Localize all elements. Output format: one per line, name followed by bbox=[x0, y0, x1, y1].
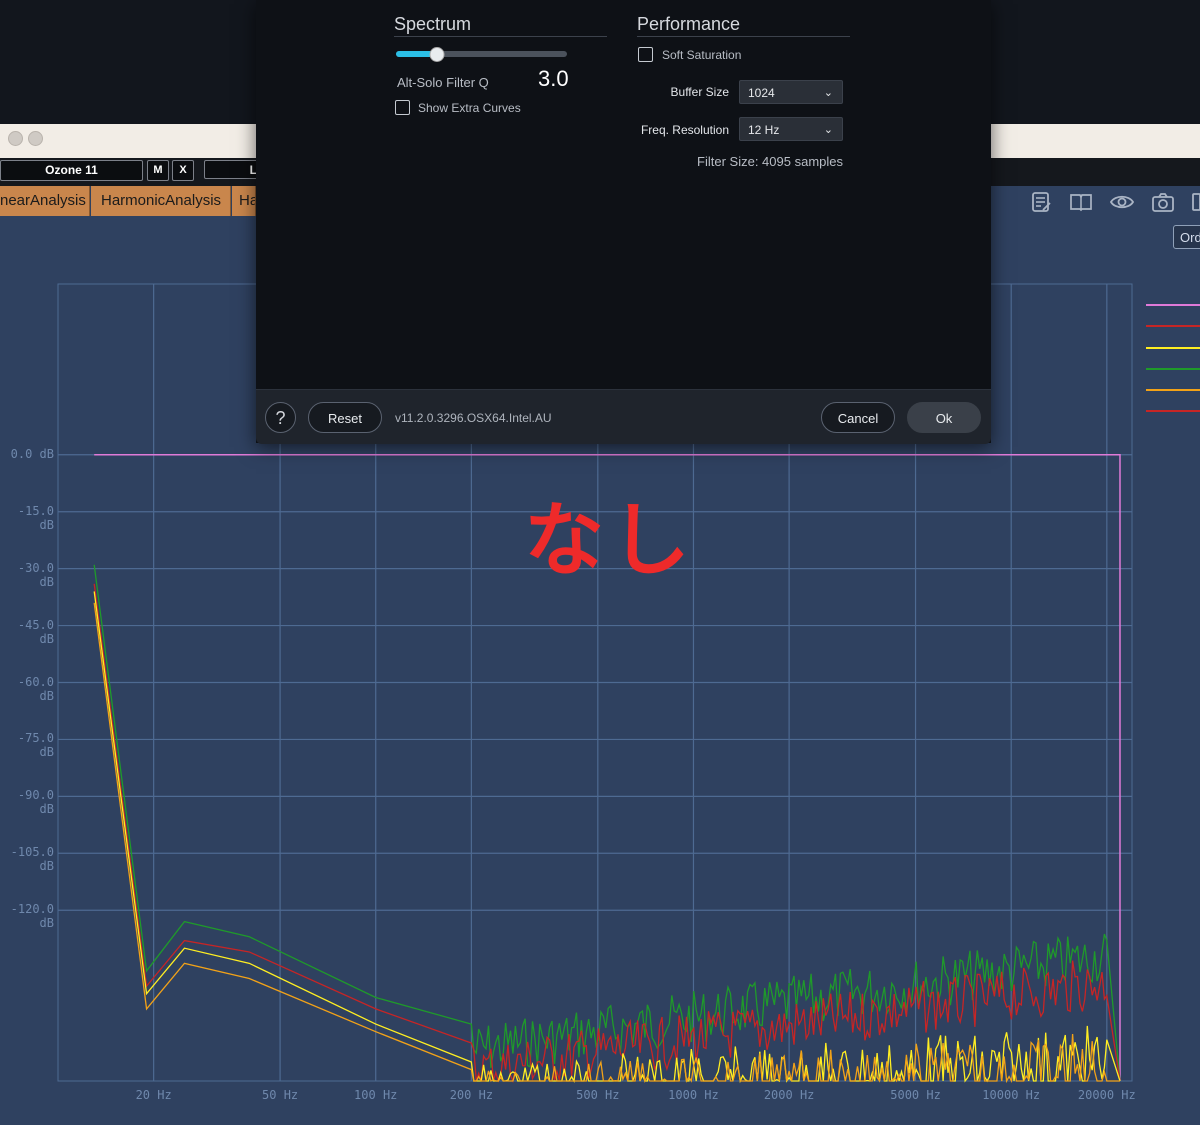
y-tick-label: -120.0 dB bbox=[10, 902, 54, 931]
y-tick-label: -30.0 dB bbox=[17, 560, 54, 589]
legend-swatch bbox=[1146, 368, 1200, 370]
soft-saturation-checkbox[interactable] bbox=[638, 47, 653, 62]
chevron-down-icon: ⌄ bbox=[823, 87, 833, 99]
x-tick-label: 10000 Hz bbox=[982, 1088, 1041, 1102]
performance-section-title: Performance bbox=[637, 14, 741, 34]
freq-resolution-value: 12 Hz bbox=[748, 123, 780, 137]
series-line-1 bbox=[93, 564, 1121, 1082]
legend-swatch bbox=[1146, 389, 1200, 391]
y-tick-label: -60.0 dB bbox=[17, 674, 54, 703]
spectrum-divider bbox=[394, 36, 607, 37]
x-tick-label: 50 Hz bbox=[262, 1088, 299, 1102]
y-tick-label: -45.0 dB bbox=[17, 617, 54, 646]
x-tick-label: 20 Hz bbox=[135, 1088, 172, 1102]
help-button[interactable]: ? bbox=[265, 402, 296, 433]
buffer-size-value: 1024 bbox=[748, 86, 775, 100]
buffer-size-select[interactable]: 1024 ⌄ bbox=[739, 80, 843, 104]
x-tick-label: 500 Hz bbox=[576, 1088, 620, 1102]
legend-swatch bbox=[1146, 325, 1200, 327]
y-tick-label: -75.0 dB bbox=[17, 731, 54, 760]
show-extra-curves-label: Show Extra Curves bbox=[418, 101, 521, 115]
x-tick-label: 2000 Hz bbox=[763, 1088, 815, 1102]
show-extra-curves-checkbox[interactable] bbox=[395, 100, 410, 115]
x-tick-label: 100 Hz bbox=[354, 1088, 398, 1102]
performance-divider bbox=[637, 36, 850, 37]
reset-button[interactable]: Reset bbox=[308, 402, 382, 433]
x-tick-label: 200 Hz bbox=[449, 1088, 494, 1102]
series-line-3 bbox=[93, 591, 1121, 1084]
legend-swatch bbox=[1146, 410, 1200, 412]
spectrum-section-title: Spectrum bbox=[394, 14, 472, 34]
series-line-4 bbox=[93, 602, 1120, 1084]
legend-swatch bbox=[1146, 347, 1200, 349]
y-tick-label: -90.0 dB bbox=[17, 788, 54, 817]
freq-resolution-select[interactable]: 12 Hz ⌄ bbox=[739, 117, 843, 141]
y-tick-label: 0.0 dB bbox=[10, 446, 54, 461]
cancel-button[interactable]: Cancel bbox=[821, 402, 895, 433]
series-line-2 bbox=[93, 583, 1121, 1084]
filter-q-label: Alt-Solo Filter Q bbox=[397, 75, 489, 90]
filter-size-text: Filter Size: 4095 samples bbox=[697, 154, 843, 169]
y-tick-label: -15.0 dB bbox=[17, 503, 54, 532]
x-tick-label: 5000 Hz bbox=[890, 1088, 941, 1102]
soft-saturation-label: Soft Saturation bbox=[662, 48, 742, 62]
filter-q-slider-handle[interactable] bbox=[429, 47, 445, 62]
options-dialog bbox=[256, 0, 991, 443]
filter-q-value: 3.0 bbox=[538, 66, 569, 91]
freq-resolution-label: Freq. Resolution bbox=[640, 123, 729, 137]
chevron-down-icon: ⌄ bbox=[823, 124, 833, 136]
x-tick-label: 1000 Hz bbox=[668, 1088, 719, 1102]
legend-swatch bbox=[1146, 304, 1200, 306]
ok-button[interactable]: Ok bbox=[907, 402, 981, 433]
x-tick-label: 20000 Hz bbox=[1077, 1088, 1136, 1102]
version-text: v11.2.0.3296.OSX64.Intel.AU bbox=[395, 411, 552, 425]
buffer-size-label: Buffer Size bbox=[670, 85, 729, 99]
annotation-text: なし bbox=[524, 494, 696, 587]
y-tick-label: -105.0 dB bbox=[10, 845, 54, 874]
